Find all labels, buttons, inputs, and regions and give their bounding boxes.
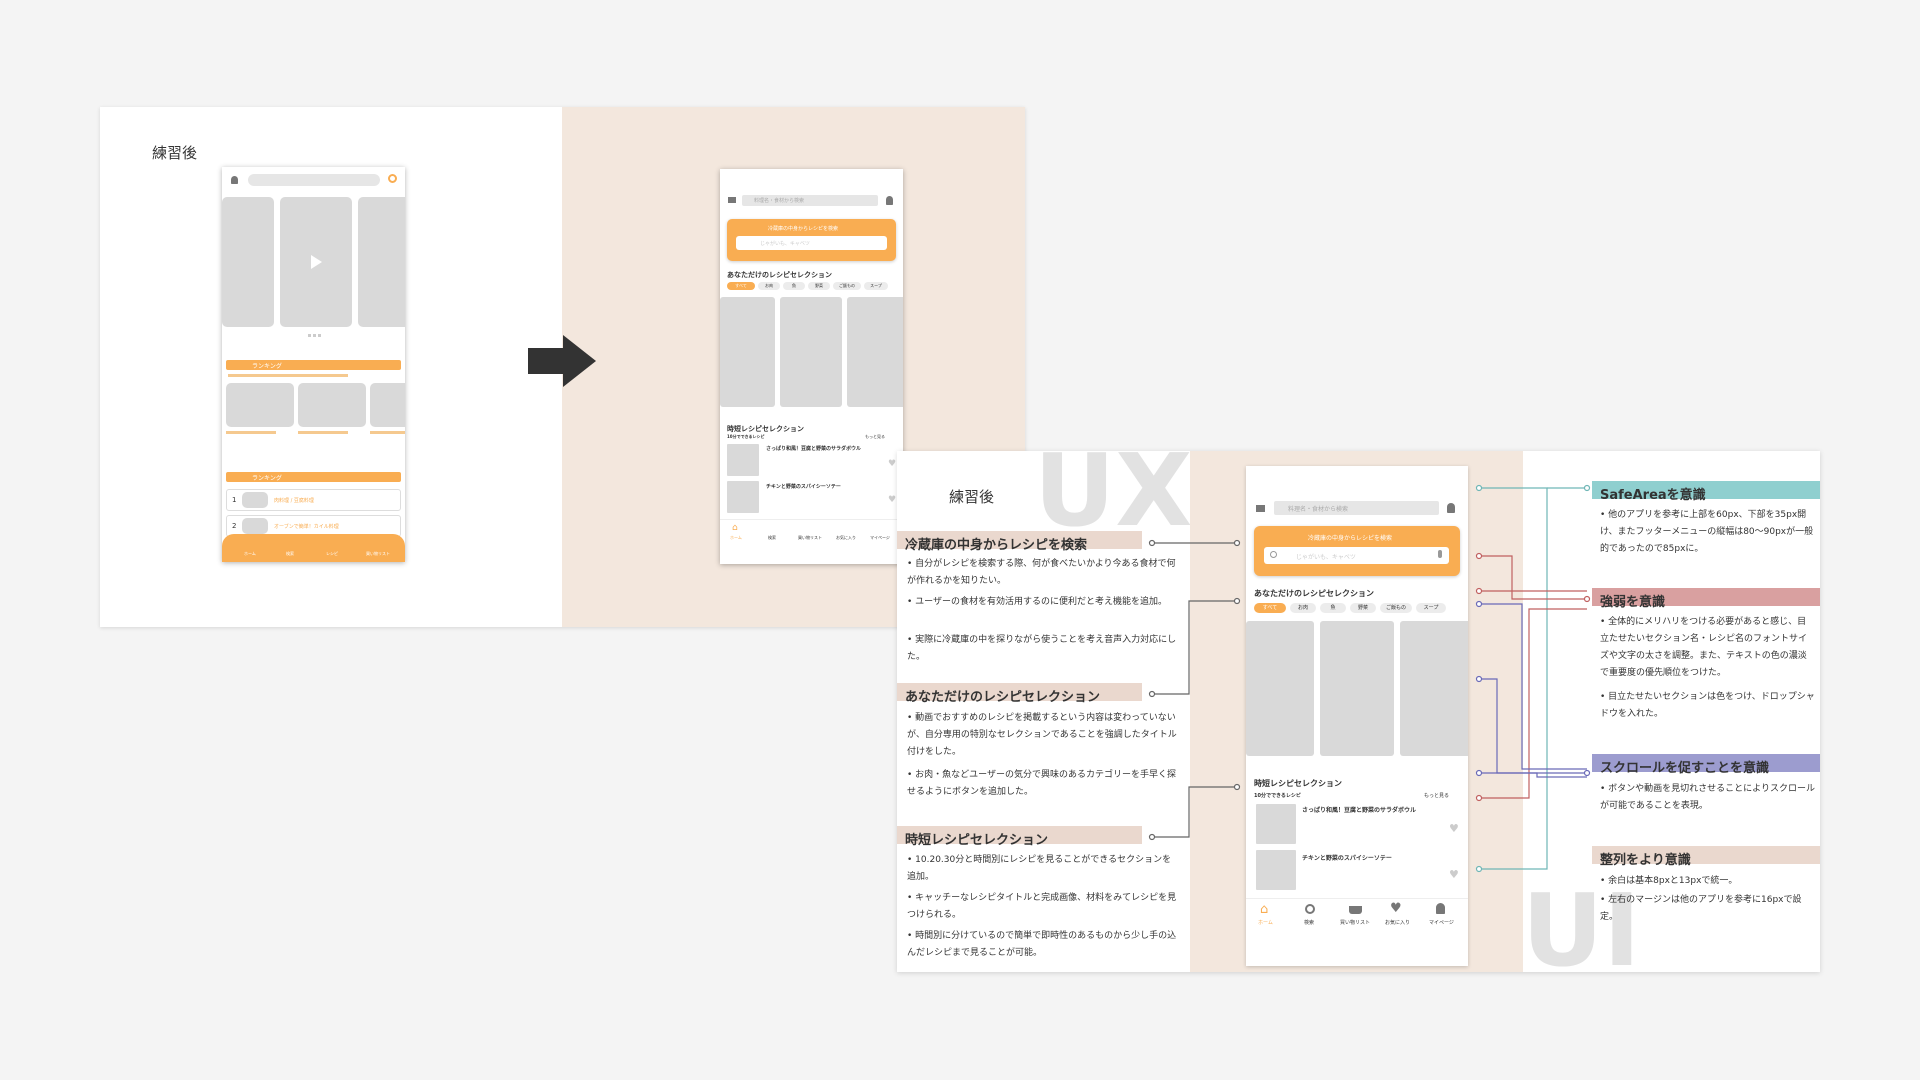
heart-icon[interactable]: ♥ — [888, 495, 896, 505]
bullet-item: • 余白は基本8pxと13pxで統一。 — [1600, 876, 1738, 886]
bullet-item: • 目立たせたいセクションは色をつけ、ドロップシャドウを入れた。 — [1600, 692, 1815, 719]
slide-annotated: UX UI 練習後 冷蔵庫の中身からレシピを検索 • 自分がレシピを検索する際、… — [897, 451, 1820, 972]
footer-menu — [720, 519, 903, 564]
connector-scroll — [1479, 603, 1587, 770]
user-icon[interactable] — [231, 176, 238, 184]
notify-icon[interactable] — [388, 174, 397, 183]
footer-item-search[interactable]: 検索 — [286, 551, 294, 557]
short-recipe-subtitle: 10分でできるレシピ — [727, 434, 765, 439]
ranking-card[interactable] — [226, 383, 294, 427]
bullet-item: • 左右のマージンは他のアプリを参考に16pxで設定。 — [1600, 895, 1802, 922]
connector-contrast — [1479, 555, 1587, 600]
arrow-right-icon-head — [563, 335, 596, 387]
video-card[interactable] — [358, 197, 405, 327]
section-note — [228, 374, 348, 377]
bullet-item: • 全体的にメリハリをつける必要があると感じ、目立たせたいセクション名・レシピ名… — [1600, 617, 1808, 678]
selection-title: あなただけのレシピセレクション — [727, 271, 832, 279]
more-link[interactable]: もっと見る — [865, 434, 885, 440]
heading-align-text: 整列をより意識 — [1600, 853, 1691, 868]
category-soup[interactable]: スープ — [864, 282, 888, 290]
fridge-placeholder: じゃがいも、キャベツ — [760, 241, 810, 247]
category-meat[interactable]: お肉 — [758, 282, 780, 290]
carousel-dots — [308, 334, 322, 337]
bullet-text: 左右のマージンは他のアプリを参考に16pxで設定。 — [1600, 895, 1802, 922]
heading-safearea-text: SafeAreaを意識 — [1600, 488, 1706, 503]
rank-number: 2 — [232, 522, 237, 530]
footer-item-favorite[interactable]: お気に入り — [836, 535, 856, 541]
heading-scroll-text: スクロールを促すことを意識 — [1600, 761, 1770, 776]
ranking-card[interactable] — [298, 383, 366, 427]
bullet-text: 全体的にメリハリをつける必要があると感じ、目立たせたいセクション名・レシピ名のフ… — [1600, 617, 1808, 678]
recipe-name[interactable]: チキンと野菜のスパイシーソテー — [766, 483, 841, 490]
ranking-card[interactable] — [370, 383, 405, 427]
category-vegetable[interactable]: 野菜 — [808, 282, 830, 290]
play-icon[interactable] — [311, 255, 322, 269]
video-card[interactable] — [720, 297, 775, 407]
connector-scroll-2 — [1479, 678, 1587, 774]
recipe-name[interactable]: さっぱり和風！豆腐と野菜のサラダボウル — [766, 446, 886, 452]
footer-item-home[interactable]: ホーム — [244, 551, 256, 557]
footer-item-search[interactable]: 検索 — [768, 535, 776, 541]
fridge-search-title: 冷蔵庫の中身からレシピを検索 — [768, 226, 839, 232]
bullet-text: 他のアプリを参考に上部を60px、下部を35px開け、またフッターメニューの縦幅… — [1600, 510, 1814, 554]
category-rice[interactable]: ご飯もの — [833, 282, 861, 290]
connector-short — [1152, 786, 1237, 838]
bullet-text: 余白は基本8pxと13pxで統一。 — [1608, 876, 1738, 886]
video-card[interactable] — [222, 197, 274, 327]
heart-icon[interactable]: ♥ — [888, 459, 896, 469]
arrow-right-icon — [528, 348, 563, 374]
category-all[interactable]: すべて — [727, 282, 755, 290]
video-card[interactable] — [847, 297, 903, 407]
footer-item-shopping[interactable]: 買い物リスト — [798, 535, 822, 541]
search-bar[interactable] — [248, 174, 380, 186]
search-placeholder: 料理名・食材から検索 — [754, 198, 805, 204]
card-caption — [226, 431, 405, 434]
bullet-item: • ボタンや動画を見切れさせることによりスクロールが可能であることを表現。 — [1600, 784, 1815, 811]
home-icon[interactable]: ⌂ — [732, 523, 738, 533]
rank-text: 肉料理 / 豆腐料理 — [274, 498, 314, 504]
slide-before-after: 練習後 ランキング ランキング 1 肉料理 / 豆腐料理 2 オーブンで簡単！カ… — [100, 107, 1025, 627]
connector-contrast-3 — [1479, 608, 1587, 799]
after-phone: 料理名・食材から検索 冷蔵庫の中身からレシピを検索 じゃがいも、キャベツ あなた… — [720, 169, 903, 564]
user-icon[interactable] — [886, 196, 893, 205]
bullet-item: • 他のアプリを参考に上部を60px、下部を35px開け、またフッターメニューの… — [1600, 510, 1814, 554]
section-header-label: ランキング — [252, 475, 282, 482]
rank-thumb — [242, 492, 268, 508]
footer-menu — [222, 534, 405, 562]
footer-item-shopping[interactable]: 買い物リスト — [366, 551, 390, 557]
footer-item-mypage[interactable]: マイページ — [870, 535, 890, 541]
heading-contrast-text: 強弱を意識 — [1600, 595, 1666, 610]
slide1-title: 練習後 — [152, 144, 198, 162]
footer-item-recipe[interactable]: レシピ — [326, 551, 338, 557]
video-card[interactable] — [780, 297, 842, 407]
short-recipe-title: 時短レシピセレクション — [727, 425, 804, 433]
recipe-thumb — [727, 444, 759, 476]
bullet-text: 目立たせたいセクションは色をつけ、ドロップシャドウを入れた。 — [1600, 692, 1815, 719]
category-fish[interactable]: 魚 — [783, 282, 805, 290]
fridge-search-input[interactable] — [736, 236, 887, 250]
footer-item-home[interactable]: ホーム — [730, 535, 742, 541]
before-phone: ランキング ランキング 1 肉料理 / 豆腐料理 2 オーブンで簡単！カイル料理… — [222, 167, 405, 562]
rank-text: オーブンで簡単！カイル料理 — [274, 524, 339, 530]
recipe-thumb — [727, 481, 759, 513]
menu-icon[interactable] — [728, 197, 736, 203]
connector-selection — [1152, 600, 1237, 695]
rank-thumb — [242, 518, 268, 534]
rank-number: 1 — [232, 496, 237, 504]
bullet-text: ボタンや動画を見切れさせることによりスクロールが可能であることを表現。 — [1600, 784, 1815, 811]
section-header-label: ランキング — [252, 363, 282, 370]
